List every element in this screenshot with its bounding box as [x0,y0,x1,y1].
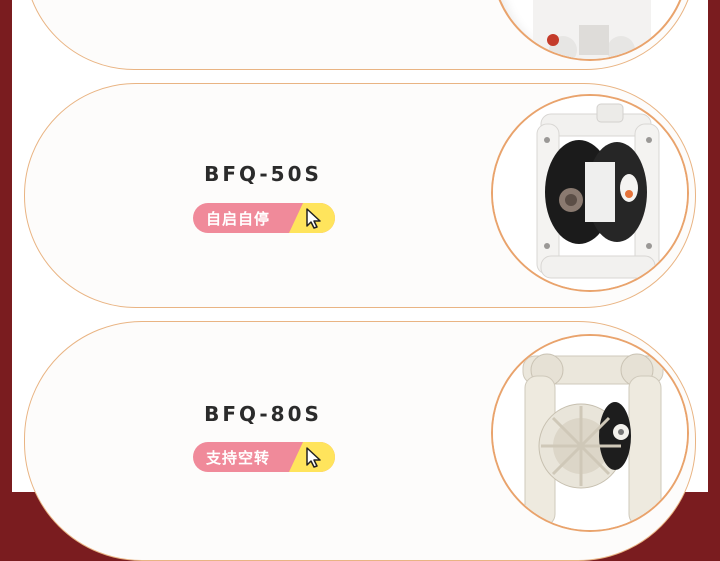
pump-image [493,96,687,290]
product-card[interactable]: BFQ-50S 自启自停 [24,83,696,308]
product-card-previous[interactable] [24,0,696,70]
product-photo [491,94,689,292]
pump-image [533,0,651,59]
product-photo [491,0,689,61]
product-photo [491,334,689,532]
cursor-pointer-icon [306,208,321,229]
feature-tag-button[interactable]: 支持空转 [193,442,335,472]
product-model: BFQ-50S [204,162,322,186]
cursor-pointer-icon [306,447,321,468]
pump-image [493,336,687,530]
feature-tag-button[interactable]: 自启自停 [193,203,335,233]
product-card[interactable]: BFQ-80S 支持空转 [24,321,696,561]
feature-tag-label: 自启自停 [206,210,271,228]
feature-tag-label: 支持空转 [206,449,271,467]
product-model: BFQ-80S [204,402,322,426]
